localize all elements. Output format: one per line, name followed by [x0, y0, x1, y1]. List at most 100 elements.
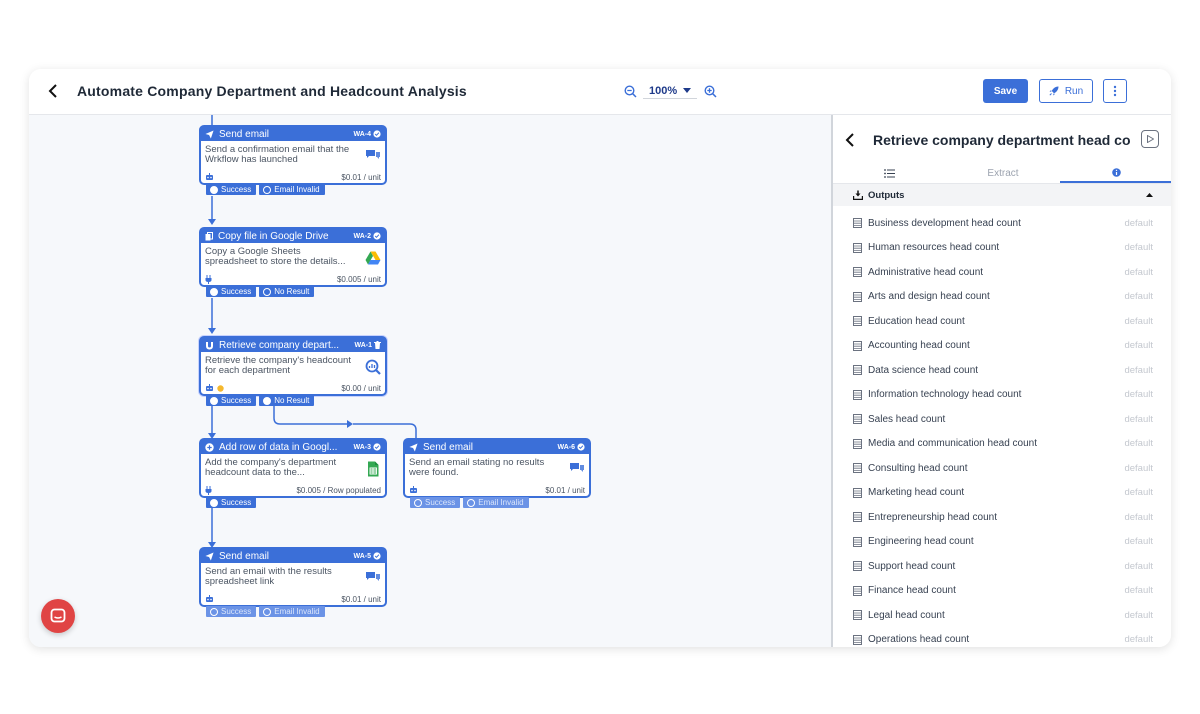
output-item[interactable]: Business development head count default [833, 211, 1171, 236]
output-item[interactable]: Media and communication head count defaul… [833, 432, 1171, 457]
plug-icon [205, 485, 212, 495]
output-label: Human resources head count [868, 242, 1000, 254]
output-label: Business development head count [868, 217, 1021, 229]
check-circle-icon [373, 443, 381, 451]
node-retrieve-headcount-wa1[interactable]: Retrieve company depart... WA-1 Retrieve… [199, 336, 387, 396]
more-vertical-icon [1113, 85, 1117, 97]
output-label: Support head count [868, 560, 956, 572]
info-icon [1112, 167, 1121, 177]
magnet-icon [206, 341, 213, 349]
output-item[interactable]: Legal head count default [833, 603, 1171, 628]
chat-bubbles-icon [366, 150, 380, 159]
empty-dot-icon [263, 287, 272, 296]
node-body: Add the company's department headcount d… [201, 454, 385, 484]
node-description: Retrieve the company's headcount for eac… [205, 355, 351, 376]
output-item[interactable]: Entrepreneurship head count default [833, 505, 1171, 530]
google-drive-icon [365, 251, 381, 265]
node-header: Retrieve company depart... WA-1 [201, 338, 385, 352]
zoom-in-button[interactable] [703, 84, 717, 98]
output-type: default [1124, 340, 1153, 352]
outputs-section-toggle[interactable]: Outputs [833, 184, 1171, 206]
trash-icon[interactable] [374, 341, 381, 349]
outcome-email-invalid[interactable]: Email Invalid [463, 497, 529, 508]
node-outcomes: Success Email Invalid [206, 184, 325, 195]
output-item[interactable]: Consulting head count default [833, 456, 1171, 481]
support-chat-button[interactable] [41, 599, 75, 633]
output-item[interactable]: Human resources head count default [833, 236, 1171, 261]
node-copy-file-wa2[interactable]: Copy file in Google Drive WA-2 Copy a Go… [199, 227, 387, 287]
outcome-no-result[interactable]: No Result [259, 286, 315, 297]
output-item[interactable]: Finance head count default [833, 579, 1171, 604]
table-icon [853, 585, 862, 596]
node-details-panel: Retrieve company department head count E… [831, 115, 1171, 647]
node-status [205, 384, 224, 392]
empty-dot-icon [414, 498, 422, 507]
outcome-no-result[interactable]: No Result [259, 395, 315, 406]
panel-back-button[interactable] [845, 133, 859, 147]
workflow-canvas[interactable]: Send email WA-4 Send a confirmation emai… [29, 115, 831, 647]
back-button[interactable] [43, 81, 63, 101]
node-id: WA-6 [558, 443, 586, 451]
zoom-out-button[interactable] [623, 84, 637, 98]
chat-icon [50, 608, 66, 623]
output-type: default [1124, 266, 1153, 278]
paper-plane-icon [409, 442, 418, 452]
output-label: Arts and design head count [868, 291, 990, 303]
node-footer: $0.01 / unit [405, 484, 589, 496]
outcome-label: No Result [274, 287, 310, 296]
outcome-success[interactable]: Success [206, 497, 257, 508]
copy-file-icon [205, 231, 213, 240]
outcome-label: No Result [274, 396, 310, 405]
output-item[interactable]: Engineering head count default [833, 530, 1171, 555]
output-item[interactable]: Marketing head count default [833, 481, 1171, 506]
outcome-success[interactable]: Success [206, 286, 257, 297]
output-label: Media and communication head count [868, 438, 1037, 450]
tab-info[interactable] [1059, 163, 1171, 183]
empty-dot-icon [263, 185, 272, 194]
output-item[interactable]: Accounting head count default [833, 334, 1171, 359]
robot-icon [206, 173, 213, 180]
output-item[interactable]: Education head count default [833, 309, 1171, 334]
outcome-success[interactable]: Success [206, 184, 257, 195]
output-type: default [1124, 389, 1153, 401]
node-send-email-wa4[interactable]: Send email WA-4 Send a confirmation emai… [199, 125, 387, 185]
outcome-success[interactable]: Success [206, 395, 257, 406]
outcome-success[interactable]: Success [206, 606, 257, 617]
panel-header: Retrieve company department head count [833, 115, 1171, 163]
outcome-email-invalid[interactable]: Email Invalid [259, 606, 325, 617]
output-item[interactable]: Administrative head count default [833, 260, 1171, 285]
node-send-email-wa6[interactable]: Send email WA-6 Send an email stating no… [403, 438, 591, 498]
node-description: Copy a Google Sheets spreadsheet to stor… [205, 246, 346, 267]
outcome-success[interactable]: Success [410, 497, 461, 508]
check-circle-icon [373, 130, 381, 138]
save-button[interactable]: Save [983, 79, 1028, 103]
tab-extract[interactable]: Extract [946, 163, 1059, 183]
output-item[interactable]: Sales head count default [833, 407, 1171, 432]
output-item[interactable]: Support head count default [833, 554, 1171, 579]
more-options-button[interactable] [1103, 79, 1127, 103]
run-button[interactable]: Run [1039, 79, 1093, 103]
zoom-select[interactable]: 100% [643, 83, 698, 99]
node-header: Send email WA-4 [201, 127, 385, 141]
tab-list[interactable] [833, 163, 946, 183]
output-item[interactable]: Operations head count default [833, 628, 1171, 648]
node-id: WA-1 [355, 341, 381, 349]
output-type: default [1124, 413, 1153, 425]
output-item[interactable]: Data science head count default [833, 358, 1171, 383]
output-type: default [1124, 487, 1153, 499]
caret-up-icon [1146, 193, 1153, 197]
node-send-email-wa5[interactable]: Send email WA-5 Send an email with the r… [199, 547, 387, 607]
outcome-label: Email Invalid [478, 498, 524, 507]
output-item[interactable]: Information technology head count default [833, 383, 1171, 408]
test-run-button[interactable] [1141, 130, 1159, 148]
outputs-list: Business development head count default Hu… [833, 211, 1171, 647]
output-type: default [1124, 585, 1153, 597]
node-add-row-wa3[interactable]: Add row of data in Googl... WA-3 Add the… [199, 438, 387, 498]
node-title: Send email [219, 128, 270, 140]
table-icon [853, 242, 862, 253]
table-icon [853, 536, 862, 547]
output-item[interactable]: Arts and design head count default [833, 285, 1171, 310]
google-sheets-icon [368, 461, 379, 477]
outcome-email-invalid[interactable]: Email Invalid [259, 184, 325, 195]
plug-icon [205, 274, 212, 284]
